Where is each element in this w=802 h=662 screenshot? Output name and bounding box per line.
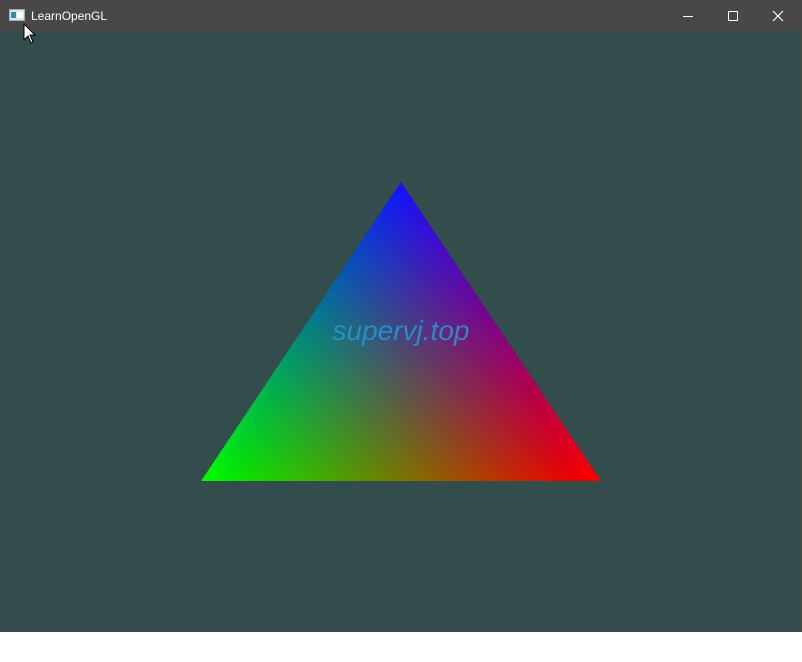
watermark-text: supervj.top [332, 315, 470, 346]
minimize-button[interactable] [665, 1, 711, 31]
title-bar[interactable]: LearnOpenGL [1, 1, 801, 31]
maximize-icon [728, 11, 738, 21]
opengl-window-icon [9, 9, 25, 21]
close-icon [772, 10, 784, 22]
gl-viewport[interactable]: supervj.top [1, 31, 801, 631]
close-button[interactable] [755, 1, 801, 31]
window-title: LearnOpenGL [31, 9, 108, 23]
arrow-cursor-icon [23, 23, 37, 44]
minimize-icon [683, 16, 693, 17]
maximize-button[interactable] [710, 1, 756, 31]
learnopengl-window: LearnOpenGL supervj.top [0, 0, 802, 632]
